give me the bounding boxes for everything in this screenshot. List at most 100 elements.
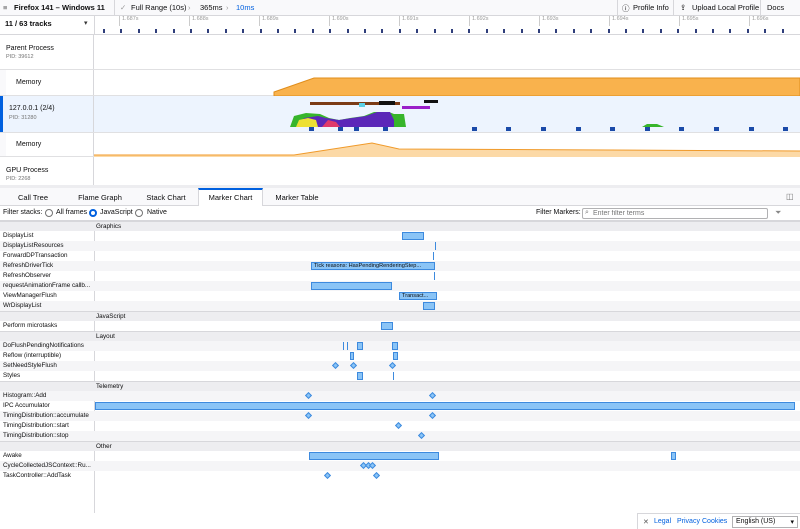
marker-row[interactable]: ViewManagerFlush Transact... [0,291,800,301]
marker-bar[interactable] [95,402,795,410]
track-count-button[interactable]: 11 / 63 tracks [5,19,52,28]
marker-chart[interactable]: Graphics DisplayList DisplayListResources F… [0,221,800,513]
marker-diamond[interactable] [323,471,332,480]
marker-instant[interactable] [435,242,436,250]
track-label[interactable]: Memory [0,70,94,95]
marker-row[interactable]: SetNeedStyleFlush [0,361,800,371]
marker-diamond[interactable] [428,391,437,400]
marker-instant[interactable] [433,252,434,260]
breadcrumb-365ms[interactable]: 365ms [200,3,223,12]
time-ruler[interactable]: 1.687s 1.688s 1.689s 1.690s 1.691s 1.692s 1.69… [94,16,800,35]
language-select[interactable]: English (US) ▾ [732,516,798,528]
marker-row[interactable]: ForwardDPTransaction [0,251,800,261]
marker-row[interactable]: IPC Accumulator [0,401,800,411]
marker-diamond[interactable] [388,361,397,370]
track-content-process[interactable]: 127.0.0.1 (2/4) PID: 31280 [0,96,800,133]
marker-bar[interactable] [381,322,393,330]
marker-instant[interactable] [393,372,394,380]
marker-diamond[interactable] [304,411,313,420]
breadcrumb-10ms[interactable]: 10ms [236,3,254,12]
track-label[interactable]: 127.0.0.1 (2/4) PID: 31280 [0,96,94,132]
docs-link[interactable]: Docs [767,3,784,12]
tab-flame-graph[interactable]: Flame Graph [68,188,132,206]
marker-row[interactable]: TimingDistribution::start [0,421,800,431]
tab-marker-table[interactable]: Marker Table [266,188,328,206]
marker-row[interactable]: DoFlushPendingNotifications [0,341,800,351]
marker-row[interactable]: Perform microtasks [0,321,800,331]
marker-row[interactable]: Histogram::Add [0,391,800,401]
marker-instant[interactable] [434,272,435,280]
marker-row[interactable]: TimingDistribution::stop [0,431,800,441]
sample-marker [764,29,767,33]
marker-filter-input[interactable] [582,208,768,219]
marker-bar[interactable] [392,342,398,350]
marker-bar[interactable]: Transact... [399,292,437,300]
time-tick-label: 1.688s [189,16,209,26]
marker-row[interactable]: Reflow (interruptible) [0,351,800,361]
sidebar-toggle-icon[interactable]: ◫ [786,192,794,201]
marker-row[interactable]: Awake [0,451,800,461]
marker-row[interactable]: WrDisplayList [0,301,800,311]
activity-graph[interactable] [94,96,800,133]
marker-row[interactable]: Styles [0,371,800,381]
marker-diamond[interactable] [304,391,313,400]
close-icon[interactable]: ✕ [643,518,649,526]
marker-row[interactable]: TaskController::AddTask [0,471,800,481]
track-label[interactable]: GPU Process PID: 2268 [0,157,94,185]
tab-marker-chart[interactable]: Marker Chart [198,188,263,207]
track-gpu-process[interactable]: GPU Process PID: 2268 [0,157,800,188]
tab-call-tree[interactable]: Call Tree [8,188,58,206]
marker-diamond[interactable] [368,461,377,470]
filter-funnel-icon[interactable]: ⏷ [775,208,781,218]
marker-diamond[interactable] [372,471,381,480]
marker-bar[interactable] [309,452,439,460]
marker-bar[interactable] [350,352,354,360]
radio-native[interactable] [135,209,143,217]
track-label[interactable]: Memory [0,133,94,156]
marker-diamond[interactable] [417,431,426,440]
marker-row[interactable]: requestAnimationFrame callb... [0,281,800,291]
marker-row[interactable]: TimingDistribution::accumulate [0,411,800,421]
marker-instant[interactable] [347,342,348,350]
marker-diamond[interactable] [331,361,340,370]
marker-bar[interactable] [311,282,392,290]
track-parent-process[interactable]: Parent Process PID: 39612 [0,35,800,70]
marker-bar[interactable] [393,352,398,360]
marker-row[interactable]: RefreshObserver [0,271,800,281]
radio-javascript[interactable] [89,209,97,217]
marker-bar[interactable]: Tick reasons: HasPendingRenderingStep... [311,262,435,270]
chevron-down-icon[interactable]: ▾ [84,19,88,27]
marker-diamond[interactable] [394,421,403,430]
tab-stack-chart[interactable]: Stack Chart [136,188,196,206]
marker-row[interactable]: DisplayListResources [0,241,800,251]
memory-graph[interactable] [94,133,800,157]
radio-native-label[interactable]: Native [147,209,167,216]
track-memory-content[interactable]: Memory [0,133,800,157]
marker-row[interactable]: DisplayList [0,231,800,241]
marker-diamond[interactable] [428,411,437,420]
radio-all-frames-label[interactable]: All frames [56,209,87,216]
marker-bar[interactable] [357,342,363,350]
profile-name[interactable]: Firefox 141 – Windows 11 [14,3,105,12]
marker-row[interactable]: CycleCollectedJSContext::Ru... [0,461,800,471]
marker-row[interactable]: RefreshDriverTick Tick reasons: HasPendin… [0,261,800,271]
cookies-link[interactable]: Cookies [702,518,727,525]
marker-instant[interactable] [343,342,344,350]
breadcrumb-full-range[interactable]: Full Range (10s) [131,3,186,12]
sample-marker [277,29,279,33]
marker-bar[interactable] [423,302,435,310]
track-memory-parent[interactable]: Memory [0,70,800,96]
marker-bar[interactable] [671,452,676,460]
radio-all-frames[interactable] [45,209,53,217]
upload-button[interactable]: Upload Local Profile [692,3,759,12]
profile-info-button[interactable]: Profile Info [633,3,669,12]
menu-icon[interactable]: ≡ [3,3,7,12]
legal-link[interactable]: Legal [654,518,671,525]
track-label[interactable]: Parent Process PID: 39612 [0,35,94,69]
privacy-link[interactable]: Privacy [677,518,700,525]
memory-graph[interactable] [94,70,800,96]
marker-bar[interactable] [402,232,424,240]
marker-bar[interactable] [357,372,363,380]
radio-javascript-label[interactable]: JavaScript [100,209,133,216]
marker-diamond[interactable] [349,361,358,370]
